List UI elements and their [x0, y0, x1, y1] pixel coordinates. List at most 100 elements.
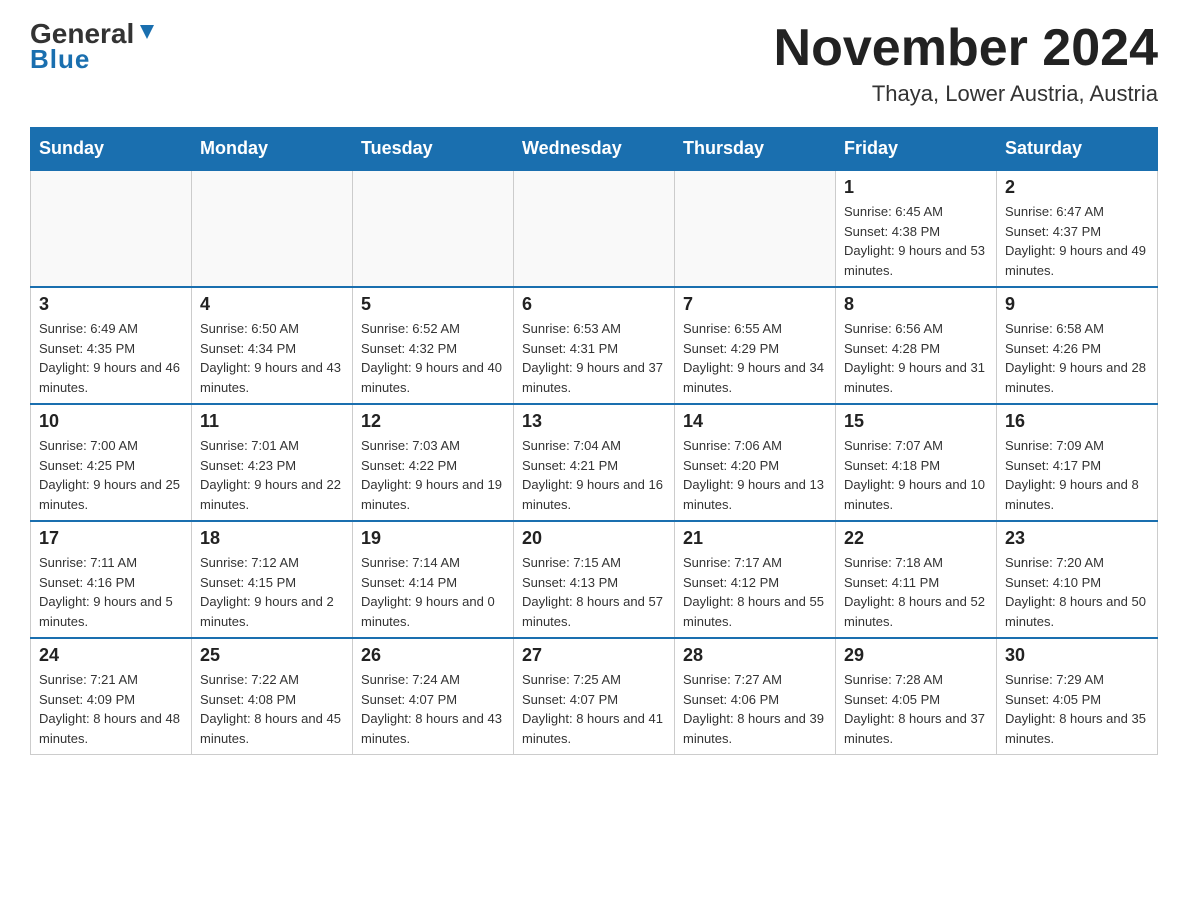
table-row: 3 Sunrise: 6:49 AM Sunset: 4:35 PM Daylig…	[31, 287, 192, 404]
day-info: Sunrise: 7:14 AM Sunset: 4:14 PM Dayligh…	[361, 553, 505, 631]
day-number: 12	[361, 411, 505, 432]
table-row: 7 Sunrise: 6:55 AM Sunset: 4:29 PM Daylig…	[675, 287, 836, 404]
day-info: Sunrise: 7:04 AM Sunset: 4:21 PM Dayligh…	[522, 436, 666, 514]
day-number: 30	[1005, 645, 1149, 666]
day-info: Sunrise: 7:29 AM Sunset: 4:05 PM Dayligh…	[1005, 670, 1149, 748]
table-row: 10 Sunrise: 7:00 AM Sunset: 4:25 PM Dayli…	[31, 404, 192, 521]
day-info: Sunrise: 7:27 AM Sunset: 4:06 PM Dayligh…	[683, 670, 827, 748]
table-row: 1Sunrise: 6:45 AM Sunset: 4:38 PM Daylig…	[836, 170, 997, 287]
day-info: Sunrise: 6:55 AM Sunset: 4:29 PM Dayligh…	[683, 319, 827, 397]
logo: General Blue	[30, 20, 158, 75]
table-row: 24 Sunrise: 7:21 AM Sunset: 4:09 PM Dayli…	[31, 638, 192, 755]
day-number: 27	[522, 645, 666, 666]
table-row	[192, 170, 353, 287]
day-number: 18	[200, 528, 344, 549]
table-row	[31, 170, 192, 287]
day-info: Sunrise: 7:25 AM Sunset: 4:07 PM Dayligh…	[522, 670, 666, 748]
day-info: Sunrise: 7:17 AM Sunset: 4:12 PM Dayligh…	[683, 553, 827, 631]
day-info: Sunrise: 7:09 AM Sunset: 4:17 PM Dayligh…	[1005, 436, 1149, 514]
table-row: 22 Sunrise: 7:18 AM Sunset: 4:11 PM Dayli…	[836, 521, 997, 638]
day-number: 10	[39, 411, 183, 432]
table-row: 19 Sunrise: 7:14 AM Sunset: 4:14 PM Dayli…	[353, 521, 514, 638]
day-number: 24	[39, 645, 183, 666]
day-number: 25	[200, 645, 344, 666]
day-number: 11	[200, 411, 344, 432]
table-row: 9Sunrise: 6:58 AM Sunset: 4:26 PM Daylig…	[997, 287, 1158, 404]
day-number: 20	[522, 528, 666, 549]
table-row: 26 Sunrise: 7:24 AM Sunset: 4:07 PM Dayli…	[353, 638, 514, 755]
page-header: General Blue November 2024 Thaya, Lower …	[30, 20, 1158, 107]
table-row: 25 Sunrise: 7:22 AM Sunset: 4:08 PM Dayli…	[192, 638, 353, 755]
day-number: 2	[1005, 177, 1149, 198]
calendar-week-row: 24 Sunrise: 7:21 AM Sunset: 4:09 PM Dayli…	[31, 638, 1158, 755]
table-row: 20 Sunrise: 7:15 AM Sunset: 4:13 PM Dayli…	[514, 521, 675, 638]
table-row: 8Sunrise: 6:56 AM Sunset: 4:28 PM Daylig…	[836, 287, 997, 404]
day-info: Sunrise: 6:52 AM Sunset: 4:32 PM Dayligh…	[361, 319, 505, 397]
day-number: 28	[683, 645, 827, 666]
table-row: 27 Sunrise: 7:25 AM Sunset: 4:07 PM Dayli…	[514, 638, 675, 755]
day-number: 8	[844, 294, 988, 315]
day-info: Sunrise: 6:53 AM Sunset: 4:31 PM Dayligh…	[522, 319, 666, 397]
table-row: 21 Sunrise: 7:17 AM Sunset: 4:12 PM Dayli…	[675, 521, 836, 638]
header-friday: Friday	[836, 128, 997, 171]
table-row: 16 Sunrise: 7:09 AM Sunset: 4:17 PM Dayli…	[997, 404, 1158, 521]
calendar-week-row: 3 Sunrise: 6:49 AM Sunset: 4:35 PM Daylig…	[31, 287, 1158, 404]
day-info: Sunrise: 6:47 AM Sunset: 4:37 PM Dayligh…	[1005, 202, 1149, 280]
day-info: Sunrise: 6:58 AM Sunset: 4:26 PM Dayligh…	[1005, 319, 1149, 397]
header-thursday: Thursday	[675, 128, 836, 171]
location: Thaya, Lower Austria, Austria	[774, 81, 1158, 107]
day-number: 16	[1005, 411, 1149, 432]
day-info: Sunrise: 7:12 AM Sunset: 4:15 PM Dayligh…	[200, 553, 344, 631]
day-info: Sunrise: 7:18 AM Sunset: 4:11 PM Dayligh…	[844, 553, 988, 631]
header-tuesday: Tuesday	[353, 128, 514, 171]
calendar-table: Sunday Monday Tuesday Wednesday Thursday…	[30, 127, 1158, 755]
table-row: 2 Sunrise: 6:47 AM Sunset: 4:37 PM Daylig…	[997, 170, 1158, 287]
day-number: 29	[844, 645, 988, 666]
day-number: 15	[844, 411, 988, 432]
day-info: Sunrise: 7:00 AM Sunset: 4:25 PM Dayligh…	[39, 436, 183, 514]
header-monday: Monday	[192, 128, 353, 171]
table-row: 13 Sunrise: 7:04 AM Sunset: 4:21 PM Dayli…	[514, 404, 675, 521]
table-row	[514, 170, 675, 287]
day-number: 26	[361, 645, 505, 666]
logo-text-blue: Blue	[30, 44, 90, 75]
day-number: 3	[39, 294, 183, 315]
table-row: 17Sunrise: 7:11 AM Sunset: 4:16 PM Dayli…	[31, 521, 192, 638]
day-number: 17	[39, 528, 183, 549]
day-info: Sunrise: 7:24 AM Sunset: 4:07 PM Dayligh…	[361, 670, 505, 748]
table-row: 15 Sunrise: 7:07 AM Sunset: 4:18 PM Dayli…	[836, 404, 997, 521]
table-row: 23Sunrise: 7:20 AM Sunset: 4:10 PM Dayli…	[997, 521, 1158, 638]
table-row: 12 Sunrise: 7:03 AM Sunset: 4:22 PM Dayli…	[353, 404, 514, 521]
day-info: Sunrise: 6:49 AM Sunset: 4:35 PM Dayligh…	[39, 319, 183, 397]
day-info: Sunrise: 7:22 AM Sunset: 4:08 PM Dayligh…	[200, 670, 344, 748]
table-row: 6 Sunrise: 6:53 AM Sunset: 4:31 PM Daylig…	[514, 287, 675, 404]
table-row: 18 Sunrise: 7:12 AM Sunset: 4:15 PM Dayli…	[192, 521, 353, 638]
header-sunday: Sunday	[31, 128, 192, 171]
day-info: Sunrise: 6:50 AM Sunset: 4:34 PM Dayligh…	[200, 319, 344, 397]
day-number: 13	[522, 411, 666, 432]
table-row: 14 Sunrise: 7:06 AM Sunset: 4:20 PM Dayli…	[675, 404, 836, 521]
day-info: Sunrise: 7:21 AM Sunset: 4:09 PM Dayligh…	[39, 670, 183, 748]
day-number: 5	[361, 294, 505, 315]
day-number: 19	[361, 528, 505, 549]
day-info: Sunrise: 7:07 AM Sunset: 4:18 PM Dayligh…	[844, 436, 988, 514]
logo-triangle-icon	[136, 21, 158, 43]
day-number: 14	[683, 411, 827, 432]
day-number: 4	[200, 294, 344, 315]
calendar-week-row: 17Sunrise: 7:11 AM Sunset: 4:16 PM Dayli…	[31, 521, 1158, 638]
header-saturday: Saturday	[997, 128, 1158, 171]
day-info: Sunrise: 7:03 AM Sunset: 4:22 PM Dayligh…	[361, 436, 505, 514]
day-number: 7	[683, 294, 827, 315]
day-info: Sunrise: 7:15 AM Sunset: 4:13 PM Dayligh…	[522, 553, 666, 631]
day-number: 21	[683, 528, 827, 549]
day-number: 6	[522, 294, 666, 315]
table-row	[675, 170, 836, 287]
day-number: 22	[844, 528, 988, 549]
day-number: 23	[1005, 528, 1149, 549]
calendar-header-row: Sunday Monday Tuesday Wednesday Thursday…	[31, 128, 1158, 171]
table-row: 5 Sunrise: 6:52 AM Sunset: 4:32 PM Daylig…	[353, 287, 514, 404]
table-row: 29Sunrise: 7:28 AM Sunset: 4:05 PM Dayli…	[836, 638, 997, 755]
calendar-week-row: 1Sunrise: 6:45 AM Sunset: 4:38 PM Daylig…	[31, 170, 1158, 287]
day-info: Sunrise: 7:06 AM Sunset: 4:20 PM Dayligh…	[683, 436, 827, 514]
month-title: November 2024	[774, 20, 1158, 77]
